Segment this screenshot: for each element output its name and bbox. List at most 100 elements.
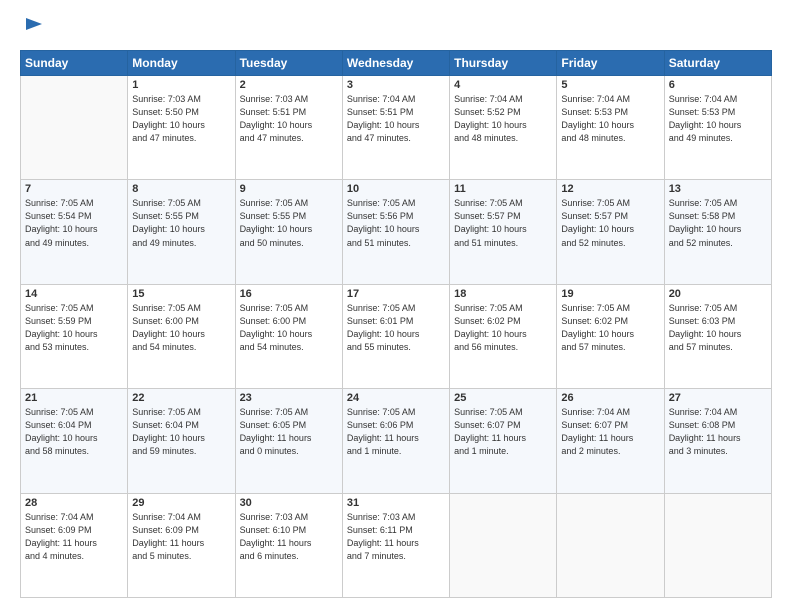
day-info: Sunrise: 7:05 AM Sunset: 6:01 PM Dayligh… (347, 302, 445, 354)
day-number: 4 (454, 79, 552, 91)
logo-icon (22, 10, 44, 38)
calendar-cell: 7 Sunrise: 7:05 AM Sunset: 5:54 PM Daylig… (21, 180, 128, 284)
day-number: 18 (454, 288, 552, 300)
calendar-cell: 4Sunrise: 7:04 AM Sunset: 5:52 PM Daylig… (450, 76, 557, 180)
day-number: 1 (132, 79, 230, 91)
calendar-cell: 2Sunrise: 7:03 AM Sunset: 5:51 PM Daylig… (235, 76, 342, 180)
calendar-cell: 26Sunrise: 7:04 AM Sunset: 6:07 PM Dayli… (557, 389, 664, 493)
day-number: 10 (347, 183, 445, 195)
day-number: 5 (561, 79, 659, 91)
day-number: 29 (132, 497, 230, 509)
day-number: 19 (561, 288, 659, 300)
day-info: Sunrise: 7:05 AM Sunset: 6:06 PM Dayligh… (347, 406, 445, 458)
week-row-5: 28 Sunrise: 7:04 AM Sunset: 6:09 PM Dayli… (21, 493, 772, 597)
weekday-header-monday: Monday (128, 51, 235, 76)
day-number: 15 (132, 288, 230, 300)
calendar-cell (557, 493, 664, 597)
weekday-header-friday: Friday (557, 51, 664, 76)
day-number: 21 (25, 392, 123, 404)
day-info: Sunrise: 7:04 AM Sunset: 6:09 PM Dayligh… (132, 511, 230, 563)
day-number: 7 (25, 183, 123, 195)
day-number: 31 (347, 497, 445, 509)
calendar-cell: 18 Sunrise: 7:05 AM Sunset: 6:02 PM Dayli… (450, 284, 557, 388)
day-info: Sunrise: 7:03 AM Sunset: 6:10 PM Dayligh… (240, 511, 338, 563)
day-info: Sunrise: 7:05 AM Sunset: 5:54 PM Dayligh… (25, 197, 123, 249)
day-info: Sunrise: 7:04 AM Sunset: 5:51 PM Dayligh… (347, 93, 445, 145)
calendar-cell: 31 Sunrise: 7:03 AM Sunset: 6:11 PM Dayli… (342, 493, 449, 597)
day-number: 9 (240, 183, 338, 195)
day-number: 6 (669, 79, 767, 91)
week-row-4: 21 Sunrise: 7:05 AM Sunset: 6:04 PM Dayli… (21, 389, 772, 493)
day-number: 28 (25, 497, 123, 509)
day-info: Sunrise: 7:05 AM Sunset: 5:58 PM Dayligh… (669, 197, 767, 249)
weekday-header-tuesday: Tuesday (235, 51, 342, 76)
day-number: 14 (25, 288, 123, 300)
day-info: Sunrise: 7:03 AM Sunset: 6:11 PM Dayligh… (347, 511, 445, 563)
week-row-1: 1 Sunrise: 7:03 AM Sunset: 5:50 PM Daylig… (21, 76, 772, 180)
day-number: 30 (240, 497, 338, 509)
calendar-cell: 22 Sunrise: 7:05 AM Sunset: 6:04 PM Dayli… (128, 389, 235, 493)
day-info: Sunrise: 7:04 AM Sunset: 5:53 PM Dayligh… (669, 93, 767, 145)
day-number: 24 (347, 392, 445, 404)
calendar-cell: 24 Sunrise: 7:05 AM Sunset: 6:06 PM Dayli… (342, 389, 449, 493)
logo (20, 18, 44, 40)
day-number: 12 (561, 183, 659, 195)
weekday-header-saturday: Saturday (664, 51, 771, 76)
weekday-header-wednesday: Wednesday (342, 51, 449, 76)
calendar-cell: 20 Sunrise: 7:05 AM Sunset: 6:03 PM Dayli… (664, 284, 771, 388)
day-number: 23 (240, 392, 338, 404)
day-number: 11 (454, 183, 552, 195)
day-number: 26 (561, 392, 659, 404)
calendar-cell: 28 Sunrise: 7:04 AM Sunset: 6:09 PM Dayli… (21, 493, 128, 597)
calendar-cell: 19 Sunrise: 7:05 AM Sunset: 6:02 PM Dayli… (557, 284, 664, 388)
day-info: Sunrise: 7:05 AM Sunset: 6:02 PM Dayligh… (454, 302, 552, 354)
day-number: 16 (240, 288, 338, 300)
week-row-2: 7 Sunrise: 7:05 AM Sunset: 5:54 PM Daylig… (21, 180, 772, 284)
calendar-cell: 15Sunrise: 7:05 AM Sunset: 6:00 PM Dayli… (128, 284, 235, 388)
calendar-cell: 17 Sunrise: 7:05 AM Sunset: 6:01 PM Dayli… (342, 284, 449, 388)
calendar-cell: 13 Sunrise: 7:05 AM Sunset: 5:58 PM Dayli… (664, 180, 771, 284)
calendar-cell: 12 Sunrise: 7:05 AM Sunset: 5:57 PM Dayli… (557, 180, 664, 284)
day-info: Sunrise: 7:05 AM Sunset: 6:04 PM Dayligh… (25, 406, 123, 458)
calendar-table: SundayMondayTuesdayWednesdayThursdayFrid… (20, 50, 772, 598)
day-info: Sunrise: 7:05 AM Sunset: 6:04 PM Dayligh… (132, 406, 230, 458)
day-number: 27 (669, 392, 767, 404)
day-number: 22 (132, 392, 230, 404)
day-info: Sunrise: 7:05 AM Sunset: 6:00 PM Dayligh… (240, 302, 338, 354)
day-number: 3 (347, 79, 445, 91)
calendar-cell: 9Sunrise: 7:05 AM Sunset: 5:55 PM Daylig… (235, 180, 342, 284)
calendar-cell: 1 Sunrise: 7:03 AM Sunset: 5:50 PM Daylig… (128, 76, 235, 180)
day-info: Sunrise: 7:05 AM Sunset: 6:03 PM Dayligh… (669, 302, 767, 354)
day-number: 25 (454, 392, 552, 404)
page: SundayMondayTuesdayWednesdayThursdayFrid… (0, 0, 792, 612)
calendar-cell: 5Sunrise: 7:04 AM Sunset: 5:53 PM Daylig… (557, 76, 664, 180)
calendar-cell: 8 Sunrise: 7:05 AM Sunset: 5:55 PM Daylig… (128, 180, 235, 284)
calendar-cell: 21 Sunrise: 7:05 AM Sunset: 6:04 PM Dayli… (21, 389, 128, 493)
calendar-cell: 27 Sunrise: 7:04 AM Sunset: 6:08 PM Dayli… (664, 389, 771, 493)
day-info: Sunrise: 7:03 AM Sunset: 5:50 PM Dayligh… (132, 93, 230, 145)
calendar-cell: 11 Sunrise: 7:05 AM Sunset: 5:57 PM Dayli… (450, 180, 557, 284)
day-info: Sunrise: 7:04 AM Sunset: 6:09 PM Dayligh… (25, 511, 123, 563)
calendar-cell (450, 493, 557, 597)
calendar-cell: 14Sunrise: 7:05 AM Sunset: 5:59 PM Dayli… (21, 284, 128, 388)
calendar-cell (664, 493, 771, 597)
header (20, 18, 772, 40)
day-info: Sunrise: 7:04 AM Sunset: 6:08 PM Dayligh… (669, 406, 767, 458)
calendar-cell: 3 Sunrise: 7:04 AM Sunset: 5:51 PM Daylig… (342, 76, 449, 180)
day-info: Sunrise: 7:05 AM Sunset: 5:56 PM Dayligh… (347, 197, 445, 249)
day-number: 17 (347, 288, 445, 300)
calendar-cell: 6 Sunrise: 7:04 AM Sunset: 5:53 PM Daylig… (664, 76, 771, 180)
day-info: Sunrise: 7:05 AM Sunset: 6:05 PM Dayligh… (240, 406, 338, 458)
day-info: Sunrise: 7:05 AM Sunset: 5:57 PM Dayligh… (561, 197, 659, 249)
day-info: Sunrise: 7:05 AM Sunset: 5:55 PM Dayligh… (132, 197, 230, 249)
day-info: Sunrise: 7:05 AM Sunset: 6:02 PM Dayligh… (561, 302, 659, 354)
day-info: Sunrise: 7:05 AM Sunset: 5:57 PM Dayligh… (454, 197, 552, 249)
day-number: 13 (669, 183, 767, 195)
calendar-cell: 29 Sunrise: 7:04 AM Sunset: 6:09 PM Dayli… (128, 493, 235, 597)
day-number: 20 (669, 288, 767, 300)
day-number: 2 (240, 79, 338, 91)
calendar-cell: 30 Sunrise: 7:03 AM Sunset: 6:10 PM Dayli… (235, 493, 342, 597)
weekday-header-row: SundayMondayTuesdayWednesdayThursdayFrid… (21, 51, 772, 76)
day-number: 8 (132, 183, 230, 195)
day-info: Sunrise: 7:05 AM Sunset: 6:07 PM Dayligh… (454, 406, 552, 458)
